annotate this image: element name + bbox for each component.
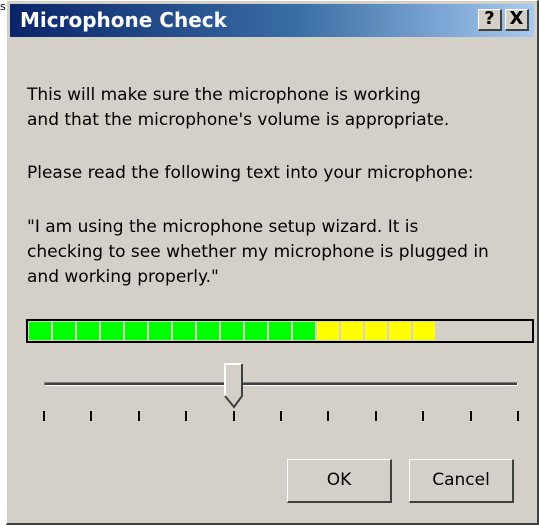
meter-segment xyxy=(77,322,101,340)
meter-segment xyxy=(293,322,317,340)
title-bar[interactable]: Microphone Check ? X xyxy=(10,4,534,37)
instruction-text: Please read the following text into your… xyxy=(27,163,474,183)
meter-segment xyxy=(197,322,221,340)
intro-text: This will make sure the microphone is wo… xyxy=(27,83,449,133)
intro-line-2: and that the microphone's volume is appr… xyxy=(27,110,450,130)
quote-line-1: "I am using the microphone setup wizard.… xyxy=(27,217,419,237)
volume-level-meter xyxy=(26,319,534,343)
meter-segment xyxy=(245,322,269,340)
meter-segment xyxy=(101,322,125,340)
slider-tick xyxy=(43,411,45,421)
quote-line-3: and working properly." xyxy=(27,267,219,287)
slider-tick xyxy=(327,411,330,421)
meter-segment xyxy=(221,322,245,340)
slider-tick xyxy=(469,411,472,421)
slider-tick xyxy=(374,411,377,421)
meter-segment xyxy=(173,322,197,340)
meter-segment xyxy=(317,322,341,340)
slider-tick xyxy=(422,411,425,421)
slider-thumb[interactable] xyxy=(223,363,244,409)
meter-segment xyxy=(29,322,53,340)
microphone-check-dialog: Microphone Check ? X This will make sure… xyxy=(6,0,539,525)
slider-tick xyxy=(137,411,140,421)
help-button[interactable]: ? xyxy=(478,9,502,31)
dialog-title: Microphone Check xyxy=(20,8,227,32)
meter-segment xyxy=(149,322,173,340)
meter-segment xyxy=(389,322,413,340)
meter-segment xyxy=(125,322,149,340)
close-button[interactable]: X xyxy=(505,9,529,31)
slider-track[interactable] xyxy=(44,382,518,386)
slider-tick xyxy=(185,411,188,421)
close-icon: X xyxy=(509,8,524,29)
cancel-button[interactable]: Cancel xyxy=(409,459,514,503)
meter-segment xyxy=(269,322,293,340)
volume-slider[interactable] xyxy=(27,363,527,433)
meter-segment xyxy=(53,322,77,340)
meter-segment xyxy=(365,322,389,340)
meter-segment xyxy=(341,322,365,340)
slider-tick xyxy=(232,411,235,421)
slider-tick xyxy=(90,411,93,421)
help-icon: ? xyxy=(484,8,495,29)
slider-tick xyxy=(517,411,519,421)
quote-text: "I am using the microphone setup wizard.… xyxy=(27,215,489,290)
meter-segment xyxy=(413,322,437,340)
meter-segments xyxy=(28,321,532,341)
intro-line-1: This will make sure the microphone is wo… xyxy=(27,85,421,105)
ok-button[interactable]: OK xyxy=(287,459,392,503)
quote-line-2: checking to see whether my microphone is… xyxy=(27,242,489,262)
slider-tick xyxy=(280,411,282,421)
